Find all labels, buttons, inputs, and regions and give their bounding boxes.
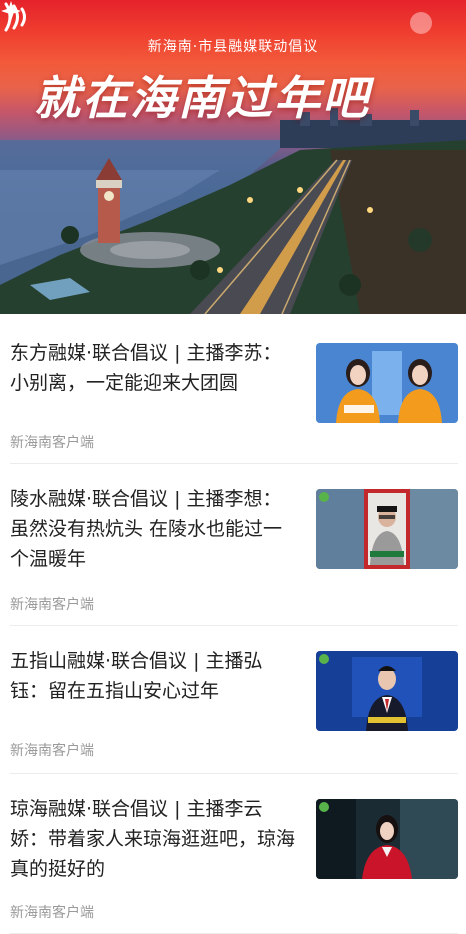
sun-dot bbox=[410, 12, 432, 34]
news-title[interactable]: 东方融媒·联合倡议 | 主播李苏：小别离，一定能迎来大团圆 bbox=[10, 338, 300, 398]
news-thumbnail[interactable] bbox=[316, 799, 458, 879]
news-item[interactable]: 东方融媒·联合倡议 | 主播李苏：小别离，一定能迎来大团圆 新海南客户端 bbox=[10, 338, 458, 464]
news-source: 新海南客户端 bbox=[10, 743, 94, 759]
news-source: 新海南客户端 bbox=[10, 905, 94, 921]
waves-icon bbox=[4, 2, 26, 32]
news-thumbnail[interactable] bbox=[316, 651, 458, 731]
news-thumbnail[interactable] bbox=[316, 489, 458, 569]
news-item[interactable]: 陵水融媒·联合倡议 | 主播李想：虽然没有热炕头 在陵水也能过一个温暖年 新海南… bbox=[10, 484, 458, 626]
news-source: 新海南客户端 bbox=[10, 597, 94, 613]
banner-title: 就在海南过年吧 bbox=[34, 71, 370, 125]
news-title[interactable]: 陵水融媒·联合倡议 | 主播李想：虽然没有热炕头 在陵水也能过一个温暖年 bbox=[10, 484, 300, 574]
news-source: 新海南客户端 bbox=[10, 435, 94, 451]
news-thumbnail[interactable] bbox=[316, 343, 458, 423]
news-title[interactable]: 琼海融媒·联合倡议 | 主播李云娇：带着家人来琼海逛逛吧，琼海真的挺好的 bbox=[10, 794, 300, 884]
banner-subtitle: 新海南·市县融媒联动倡议 bbox=[147, 39, 319, 55]
news-item[interactable]: 琼海融媒·联合倡议 | 主播李云娇：带着家人来琼海逛逛吧，琼海真的挺好的 新海南… bbox=[10, 794, 458, 934]
news-title[interactable]: 五指山融媒·联合倡议 | 主播弘钰：留在五指山安心过年 bbox=[10, 646, 300, 706]
banner[interactable]: 新海南·市县融媒联动倡议 就在海南过年吧 bbox=[0, 0, 466, 314]
news-item[interactable]: 五指山融媒·联合倡议 | 主播弘钰：留在五指山安心过年 新海南客户端 bbox=[10, 646, 458, 774]
